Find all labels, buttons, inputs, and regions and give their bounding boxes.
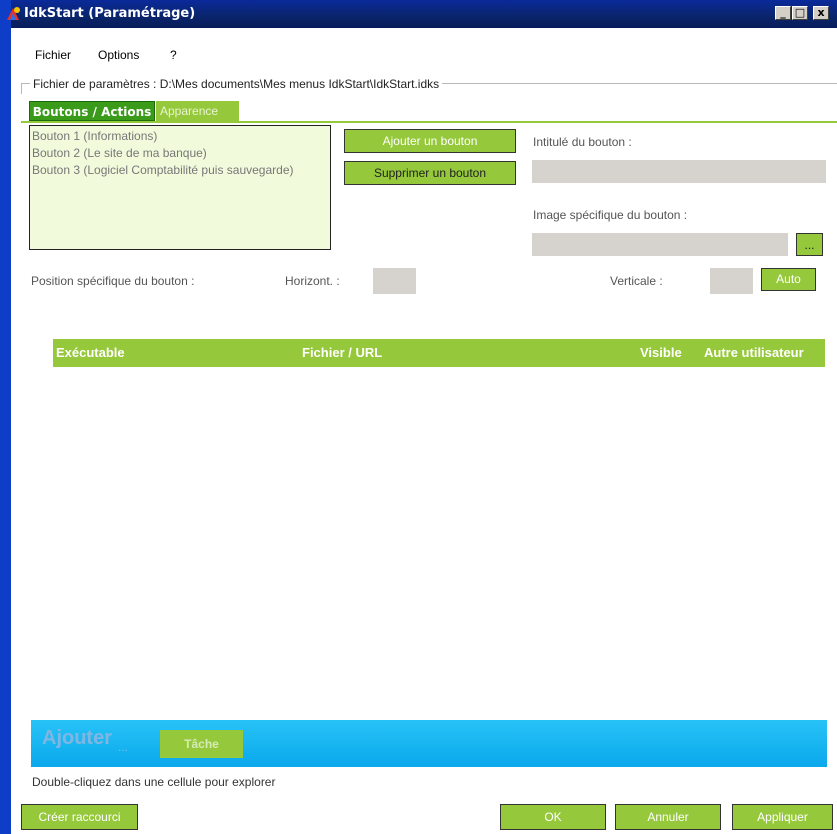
button-list[interactable]: Bouton 1 (Informations) Bouton 2 (Le sit… — [29, 125, 331, 250]
column-other-user[interactable]: Autre utilisateur — [704, 345, 804, 360]
maximize-button[interactable]: □ — [792, 6, 808, 20]
add-task-button[interactable]: Tâche — [160, 730, 243, 758]
button-caption-label: Intitulé du bouton : — [533, 135, 632, 149]
list-item[interactable]: Bouton 2 (Le site de ma banque) — [32, 145, 328, 162]
button-caption-input[interactable] — [532, 160, 826, 183]
minimize-button[interactable]: _ — [775, 6, 791, 20]
add-action-dots: ... — [118, 740, 129, 754]
list-item[interactable]: Bouton 1 (Informations) — [32, 128, 328, 145]
button-image-label: Image spécifique du bouton : — [533, 208, 688, 222]
close-button[interactable]: x — [813, 6, 829, 20]
add-button-button[interactable]: Ajouter un bouton — [344, 129, 516, 153]
menu-file[interactable]: Fichier — [35, 48, 71, 62]
window-frame — [0, 28, 11, 834]
horizontal-input[interactable] — [373, 268, 416, 294]
apply-button[interactable]: Appliquer — [732, 804, 833, 830]
browse-button[interactable]: ... — [796, 233, 823, 256]
ok-button[interactable]: OK — [500, 804, 606, 830]
hint-text: Double-cliquez dans une cellule pour exp… — [32, 775, 276, 789]
menu-options[interactable]: Options — [98, 48, 139, 62]
tab-divider — [21, 121, 837, 123]
menu-help[interactable]: ? — [170, 48, 177, 62]
button-image-input[interactable] — [532, 233, 788, 256]
tab-appearance[interactable]: Apparence — [156, 101, 239, 121]
list-item[interactable]: Bouton 3 (Logiciel Comptabilité puis sau… — [32, 162, 328, 179]
horizontal-label: Horizont. : — [285, 274, 340, 288]
tab-buttons-actions[interactable]: Boutons / Actions — [29, 101, 155, 121]
cancel-button[interactable]: Annuler — [615, 804, 721, 830]
vertical-label: Verticale : — [610, 274, 663, 288]
app-icon — [7, 7, 20, 20]
settings-file-label: Fichier de paramètres : D:\Mes documents… — [30, 77, 443, 91]
add-action-bar — [31, 720, 827, 767]
create-shortcut-button[interactable]: Créer raccourci — [21, 804, 138, 830]
column-file-url[interactable]: Fichier / URL — [302, 345, 382, 360]
position-label: Position spécifique du bouton : — [31, 274, 195, 288]
delete-button-button[interactable]: Supprimer un bouton — [344, 161, 516, 185]
column-visible[interactable]: Visible — [640, 345, 682, 360]
add-action-label: Ajouter — [42, 727, 112, 749]
auto-button[interactable]: Auto — [761, 268, 816, 291]
window-title: IdkStart (Paramétrage) — [24, 6, 196, 21]
vertical-input[interactable] — [710, 268, 753, 294]
actions-table-body[interactable] — [53, 367, 825, 717]
column-executable[interactable]: Exécutable — [56, 345, 125, 360]
